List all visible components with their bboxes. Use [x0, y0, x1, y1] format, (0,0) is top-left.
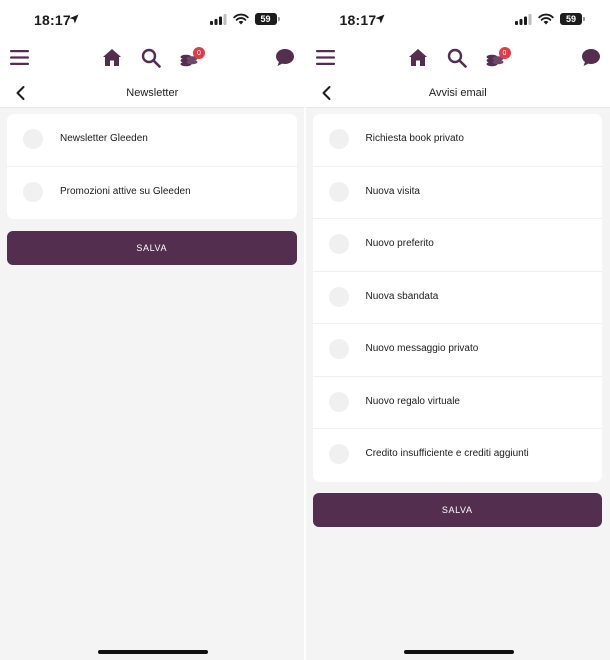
top-navbar: 0: [0, 40, 305, 78]
save-button[interactable]: SALVA: [7, 231, 297, 265]
status-time: 18:17: [34, 12, 71, 28]
status-indicators: 59: [515, 13, 585, 25]
signal-icon: [209, 13, 226, 25]
battery-icon: 59: [254, 13, 280, 25]
radio-button[interactable]: [23, 181, 43, 202]
option-label: Newsletter Gleeden: [60, 133, 148, 144]
search-icon[interactable]: [447, 48, 467, 68]
top-navbar: 0: [305, 40, 610, 78]
page-header: Avvisi email: [305, 78, 610, 108]
screenshot-composite: 18:17 59 0 Newsletter Newsletter Gleeden…: [0, 0, 610, 660]
menu-icon[interactable]: [315, 50, 335, 65]
option-row[interactable]: Nuova sbandata: [312, 272, 602, 324]
option-label: Promozioni attive su Gleeden: [60, 185, 191, 197]
phone-newsletter: 18:17 59 0 Newsletter Newsletter Gleeden…: [0, 0, 305, 660]
radio-button[interactable]: [328, 181, 349, 202]
radio-button[interactable]: [328, 234, 349, 254]
chat-icon[interactable]: [581, 48, 601, 67]
radio-button[interactable]: [328, 129, 349, 149]
search-icon[interactable]: [141, 48, 161, 68]
option-row[interactable]: Credito insufficiente e crediti aggiunti: [313, 429, 603, 482]
credits-badge: 0: [498, 47, 511, 59]
option-row[interactable]: Nuovo preferito: [312, 219, 602, 272]
wifi-icon: [232, 13, 249, 25]
page-header: Newsletter: [0, 78, 305, 108]
status-time: 18:17: [339, 12, 377, 28]
credits-badge: 0: [193, 47, 205, 59]
home-icon[interactable]: [408, 48, 428, 67]
radio-button[interactable]: [328, 339, 349, 359]
option-label: Richiesta book privato: [365, 133, 464, 144]
radio-button[interactable]: [328, 391, 349, 412]
save-button[interactable]: SALVA: [312, 493, 602, 527]
battery-level: 59: [260, 14, 271, 24]
option-row[interactable]: Nuovo messaggio privato: [312, 324, 602, 377]
status-bar: 18:17 59: [0, 0, 305, 40]
phone-email-alerts: 18:17 59 0 Avvisi email Richiesta book p…: [305, 0, 610, 660]
option-row[interactable]: Nuovo regalo virtuale: [312, 377, 602, 429]
chat-icon[interactable]: [275, 48, 295, 67]
wifi-icon: [538, 13, 554, 25]
page-title: Newsletter: [126, 87, 179, 99]
option-label: Nuova sbandata: [365, 290, 439, 302]
option-row[interactable]: Richiesta book privato: [312, 114, 602, 167]
options-card: Newsletter Gleeden Promozioni attive su …: [7, 114, 297, 219]
credits-button[interactable]: 0: [486, 47, 511, 72]
home-indicator: [403, 650, 514, 654]
menu-icon[interactable]: [10, 50, 29, 65]
option-label: Nuovo preferito: [365, 238, 434, 249]
radio-button[interactable]: [23, 129, 43, 149]
page-title: Avvisi email: [428, 87, 487, 99]
battery-level: 59: [565, 14, 576, 24]
battery-icon: 59: [560, 13, 585, 25]
radio-button[interactable]: [328, 444, 349, 464]
option-label: Credito insufficiente e crediti aggiunti: [365, 448, 529, 459]
option-row[interactable]: Nuova visita: [312, 167, 602, 219]
option-row[interactable]: Promozioni attive su Gleeden: [7, 167, 297, 220]
options-card: Richiesta book privato Nuova visita Nuov…: [312, 114, 603, 482]
status-indicators: 59: [209, 13, 280, 25]
location-arrow-icon: [69, 14, 79, 24]
status-bar: 18:17 59: [305, 0, 610, 40]
signal-icon: [515, 13, 532, 25]
home-indicator: [98, 650, 208, 654]
location-arrow-icon: [375, 14, 384, 24]
radio-button[interactable]: [328, 286, 349, 307]
option-row[interactable]: Newsletter Gleeden: [7, 114, 297, 167]
home-icon[interactable]: [102, 48, 122, 67]
option-label: Nuovo messaggio privato: [365, 343, 479, 354]
option-label: Nuovo regalo virtuale: [365, 395, 461, 407]
option-label: Nuova visita: [365, 185, 420, 197]
credits-button[interactable]: 0: [180, 47, 205, 72]
